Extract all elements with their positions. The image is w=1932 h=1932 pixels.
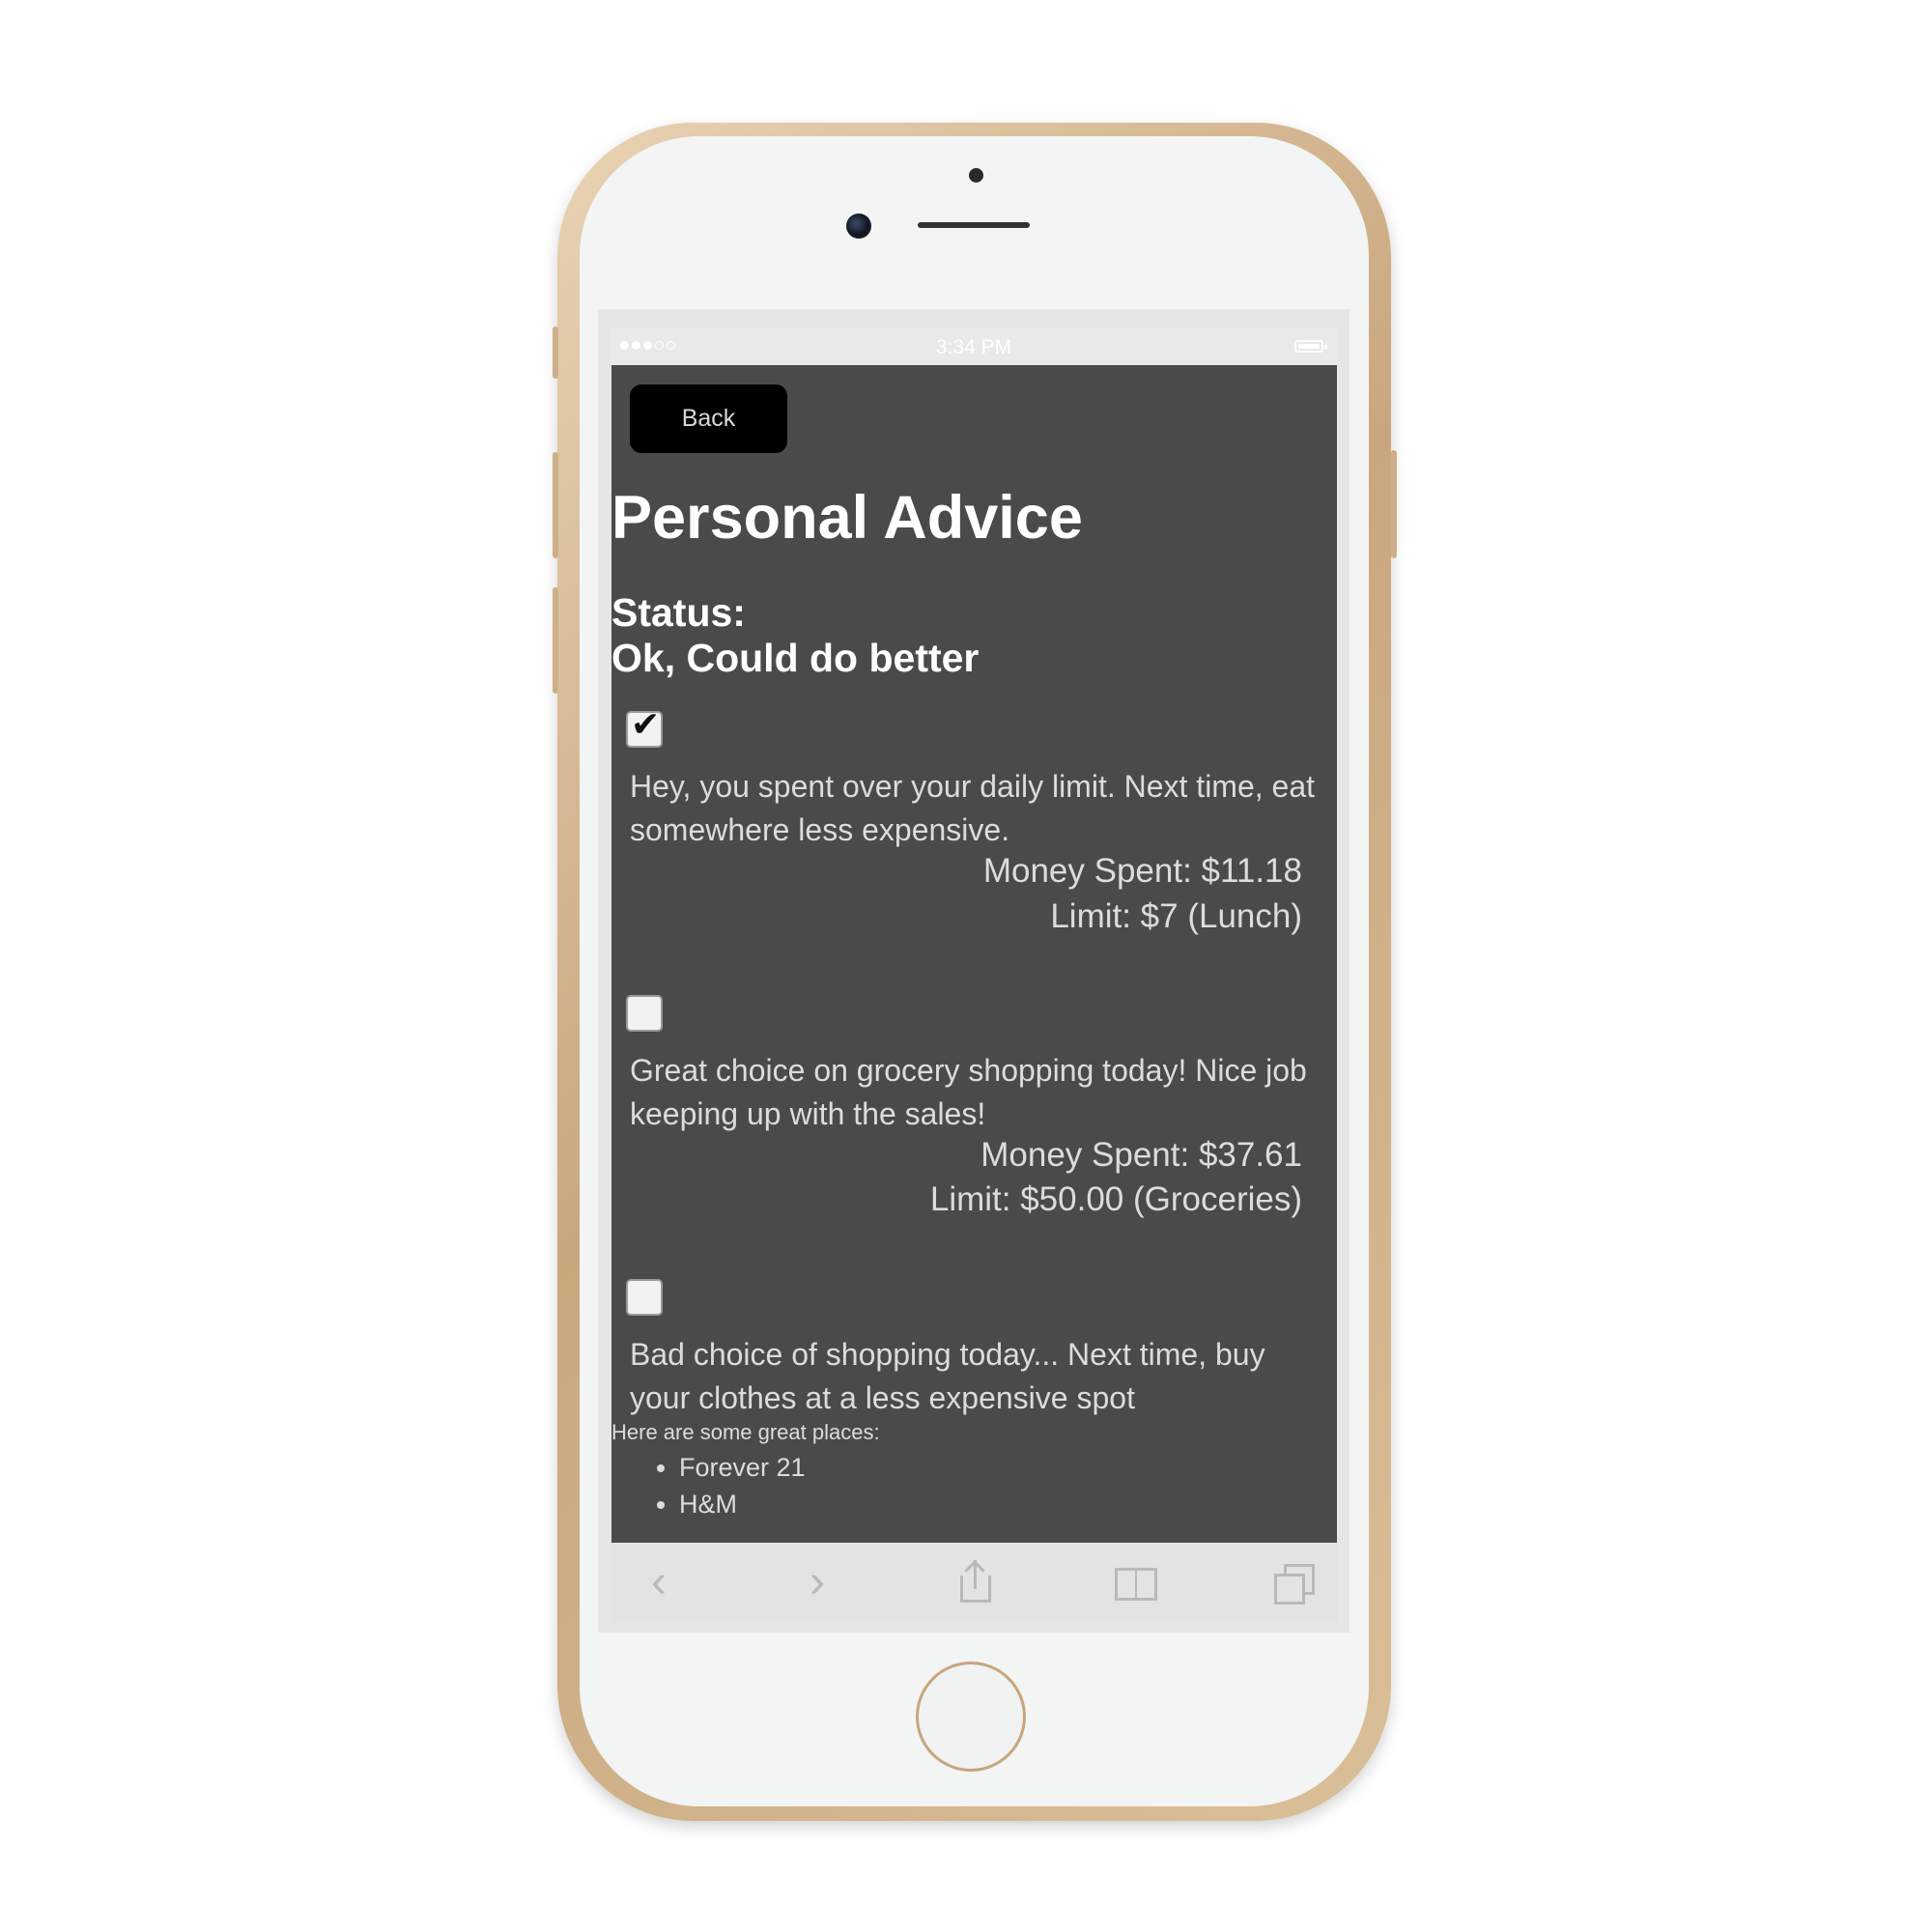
money-spent-1: Money Spent: $11.18 bbox=[982, 852, 1302, 890]
page-title: Personal Advice bbox=[611, 484, 1083, 552]
places-list: Forever 21 H&M bbox=[650, 1449, 806, 1522]
status-label: Status: bbox=[611, 590, 746, 635]
advice-checkbox-2[interactable] bbox=[626, 995, 663, 1032]
back-button[interactable]: Back bbox=[630, 384, 787, 453]
proximity-sensor bbox=[969, 168, 983, 183]
volume-down-button bbox=[553, 587, 558, 694]
list-item: Forever 21 bbox=[679, 1449, 806, 1486]
status-bar-time: 3:34 PM bbox=[935, 336, 1012, 358]
forward-arrow-icon[interactable]: › bbox=[791, 1556, 843, 1608]
app-content: Back Personal Advice Status: Ok, Could d… bbox=[611, 365, 1337, 1543]
volume-up-button bbox=[553, 452, 558, 558]
home-button[interactable] bbox=[916, 1662, 1026, 1772]
list-item: H&M bbox=[679, 1486, 806, 1522]
status-bar: 3:34 PM bbox=[611, 328, 1337, 365]
advice-text-2: Great choice on grocery shopping today! … bbox=[630, 1053, 1307, 1131]
checkmark-icon: ✔ bbox=[631, 704, 661, 744]
power-button bbox=[1391, 450, 1397, 558]
status-value: Ok, Could do better bbox=[611, 636, 980, 680]
advice-checkbox-3[interactable] bbox=[626, 1279, 663, 1316]
mute-switch bbox=[553, 327, 558, 379]
battery-icon bbox=[1294, 340, 1327, 353]
places-intro: Here are some great places: bbox=[611, 1420, 880, 1444]
tabs-icon[interactable] bbox=[1268, 1556, 1321, 1608]
browser-toolbar: ‹ › bbox=[611, 1543, 1337, 1623]
advice-text-3: Bad choice of shopping today... Next tim… bbox=[630, 1337, 1265, 1415]
limit-2: Limit: $50.00 (Groceries) bbox=[929, 1180, 1302, 1218]
back-arrow-icon[interactable]: ‹ bbox=[633, 1556, 685, 1608]
money-spent-2: Money Spent: $37.61 bbox=[980, 1136, 1302, 1174]
advice-checkbox-1[interactable]: ✔ bbox=[626, 707, 663, 748]
advice-text-1: Hey, you spent over your daily limit. Ne… bbox=[630, 769, 1316, 847]
share-icon[interactable] bbox=[951, 1556, 1003, 1608]
front-camera bbox=[846, 213, 871, 239]
bookmarks-icon[interactable] bbox=[1110, 1556, 1162, 1608]
earpiece-speaker bbox=[918, 222, 1030, 228]
limit-1: Limit: $7 (Lunch) bbox=[1050, 897, 1302, 935]
